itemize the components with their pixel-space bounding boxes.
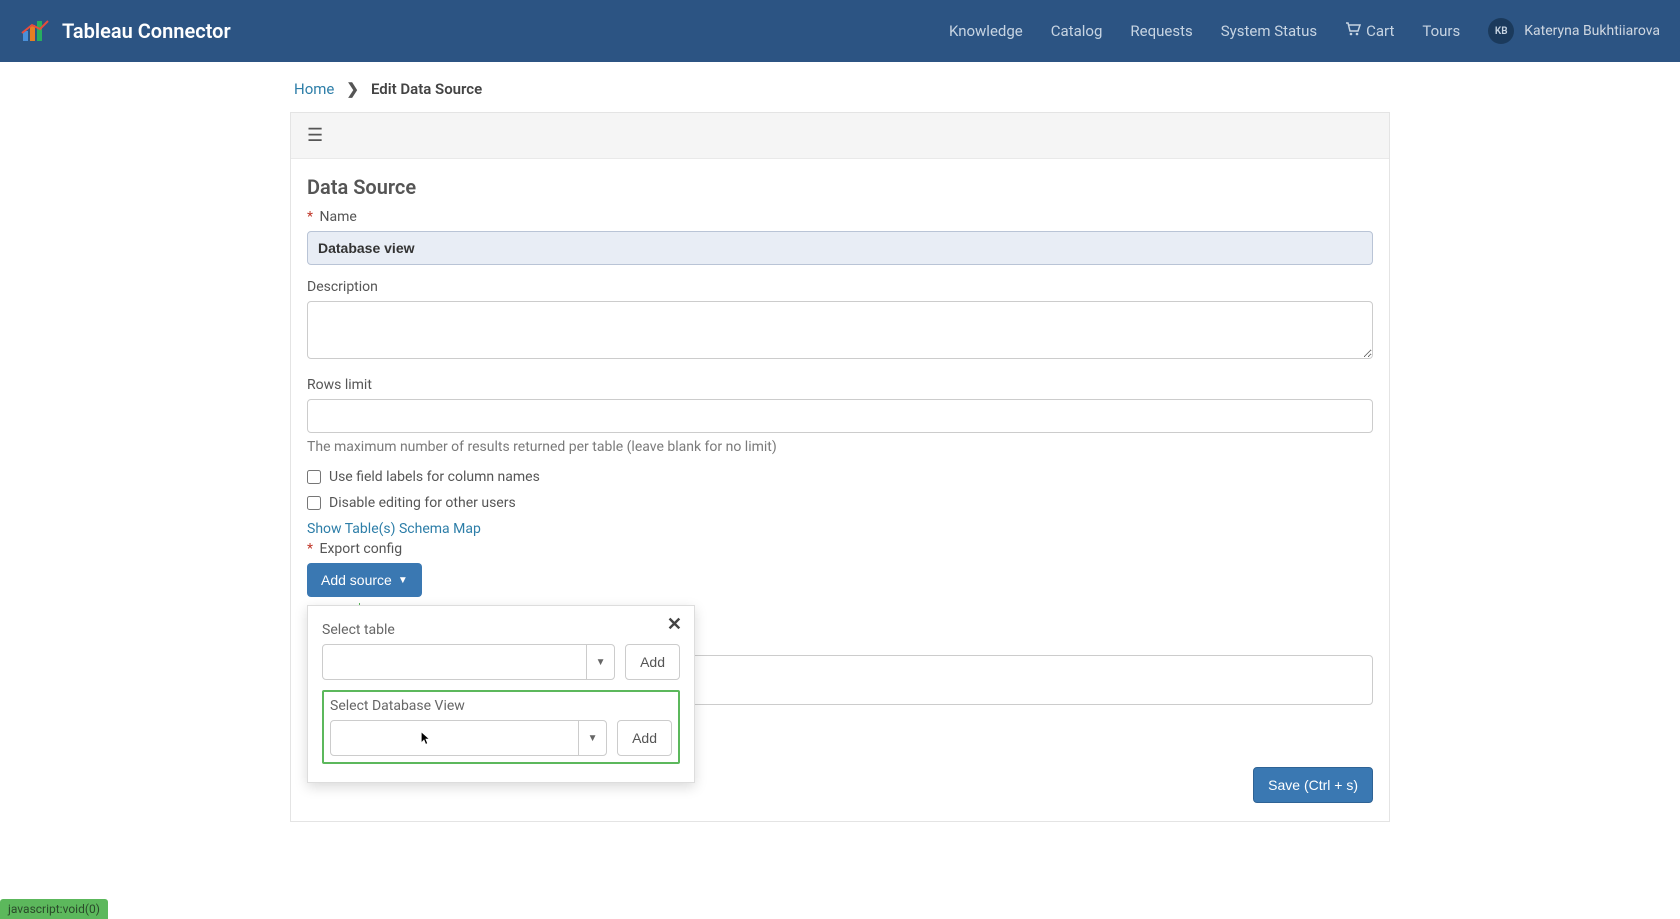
user-section[interactable]: KB Kateryna Bukhtiiarova (1488, 18, 1660, 44)
select-table-label: Select table (322, 622, 680, 638)
select-table-combo[interactable]: ▼ (322, 644, 615, 680)
select-table-input[interactable] (323, 645, 586, 679)
user-name: Kateryna Bukhtiiarova (1524, 23, 1660, 39)
disable-editing-row: Disable editing for other users (307, 495, 1373, 511)
status-badge: javascript:void(0) (0, 899, 108, 919)
use-field-labels-row: Use field labels for column names (307, 469, 1373, 485)
cart-label: Cart (1366, 22, 1394, 40)
disable-editing-checkbox[interactable] (307, 496, 321, 510)
panel-title: Data Source (307, 175, 1373, 199)
breadcrumb-current: Edit Data Source (371, 80, 482, 98)
add-source-popover: ✕ Select table ▼ Add Select Database Vie… (307, 605, 695, 783)
nav-knowledge[interactable]: Knowledge (949, 22, 1023, 40)
required-star-icon: * (307, 541, 313, 557)
chevron-right-icon: ❯ (346, 80, 359, 98)
select-table-dropdown-button[interactable]: ▼ (586, 645, 614, 679)
cart-icon (1345, 22, 1361, 40)
select-dbview-input[interactable] (331, 721, 578, 755)
export-config-label-row: * Export config (307, 541, 1373, 557)
add-table-button[interactable]: Add (625, 644, 680, 680)
nav-system-status[interactable]: System Status (1221, 22, 1317, 40)
description-label: Description (307, 279, 1373, 295)
rows-limit-help: The maximum number of results returned p… (307, 439, 1373, 455)
name-label: * Name (307, 209, 1373, 225)
breadcrumb-home[interactable]: Home (294, 80, 334, 98)
rows-limit-input[interactable] (307, 399, 1373, 433)
rows-limit-group: Rows limit The maximum number of results… (307, 377, 1373, 455)
use-field-labels-text: Use field labels for column names (329, 469, 540, 485)
use-field-labels-checkbox[interactable] (307, 470, 321, 484)
description-group: Description (307, 279, 1373, 363)
required-star-icon: * (307, 209, 313, 225)
panel-toolbar: ☰ (291, 113, 1389, 159)
close-icon[interactable]: ✕ (667, 614, 682, 635)
breadcrumb: Home ❯ Edit Data Source (290, 80, 1390, 98)
select-dbview-row: ▼ Add (330, 720, 672, 756)
description-input[interactable] (307, 301, 1373, 359)
navbar-left: Tableau Connector (20, 19, 231, 43)
panel: ☰ Data Source * Name Description Rows li… (290, 112, 1390, 822)
menu-icon[interactable]: ☰ (307, 125, 323, 146)
name-group: * Name (307, 209, 1373, 265)
navbar-right: Knowledge Catalog Requests System Status… (949, 18, 1660, 44)
nav-catalog[interactable]: Catalog (1051, 22, 1103, 40)
add-source-label: Add source (321, 572, 392, 588)
disable-editing-text: Disable editing for other users (329, 495, 516, 511)
navbar: Tableau Connector Knowledge Catalog Requ… (0, 0, 1680, 62)
select-dbview-combo[interactable]: ▼ (330, 720, 607, 756)
nav-tours[interactable]: Tours (1422, 22, 1460, 40)
nav-cart[interactable]: Cart (1345, 22, 1394, 40)
add-dbview-button[interactable]: Add (617, 720, 672, 756)
select-dbview-dropdown-button[interactable]: ▼ (578, 721, 606, 755)
select-table-row: ▼ Add (322, 644, 680, 680)
schema-map-link[interactable]: Show Table(s) Schema Map (307, 521, 1373, 537)
select-dbview-highlight: Select Database View ▼ (322, 690, 680, 764)
brand-title: Tableau Connector (62, 19, 231, 43)
add-source-section: Add source ▼ ✕ Select table ▼ Add (307, 563, 1373, 705)
avatar: KB (1488, 18, 1514, 44)
name-input[interactable] (307, 231, 1373, 265)
name-label-text: Name (320, 209, 357, 225)
logo-icon (20, 19, 50, 43)
save-button[interactable]: Save (Ctrl + s) (1253, 767, 1373, 803)
rows-limit-label: Rows limit (307, 377, 1373, 393)
panel-body: Data Source * Name Description Rows limi… (291, 159, 1389, 767)
add-source-button[interactable]: Add source ▼ (307, 563, 422, 597)
export-config-label: Export config (320, 541, 403, 557)
content-wrapper: Home ❯ Edit Data Source ☰ Data Source * … (290, 62, 1390, 862)
caret-down-icon: ▼ (398, 575, 408, 586)
nav-requests[interactable]: Requests (1130, 22, 1192, 40)
select-dbview-label: Select Database View (330, 698, 672, 714)
